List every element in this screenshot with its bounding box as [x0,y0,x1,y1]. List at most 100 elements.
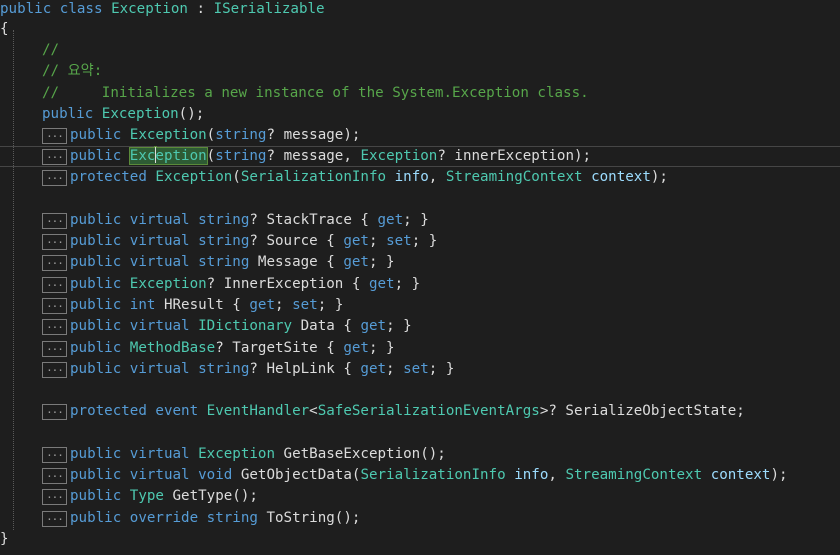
collapsed-region-toggle[interactable]: ... [42,362,67,378]
accessor-set: set [292,297,318,313]
collapsed-region-toggle[interactable]: ... [42,255,67,271]
comment-text: // 요약: [42,63,103,79]
keyword: public [70,488,130,504]
method-name: GetType(); [163,488,258,504]
code-punct: ; } [394,276,421,292]
code-line-tostring: public override string ToString(); [70,509,840,530]
code-punct: , [428,169,446,185]
type-name: IDictionary [198,318,293,334]
constructor-name: Exception [155,169,233,185]
code-line-getobjectdata: public virtual void GetObjectData(Serial… [70,466,840,487]
code-line-close-brace: } [0,530,840,551]
collapsed-region-toggle[interactable]: ... [42,298,67,314]
type-keyword: int [129,297,156,313]
code-line-hresult: public int HResult { get; set; } [70,296,840,317]
keyword: public [70,297,130,313]
accessor-get: get [249,297,276,313]
type-keyword: string [206,510,258,526]
collapsed-region-toggle[interactable]: ... [42,341,67,357]
code-punct: (); [178,106,205,122]
collapsed-region-toggle[interactable]: ... [42,149,67,165]
collapsed-region-toggle[interactable]: ... [42,404,67,420]
keyword-public: public [0,1,52,17]
accessor-get: get [360,318,387,334]
code-punct: ; } [386,318,412,334]
type-keyword: string [198,254,250,270]
type-name: SerializationInfo [360,467,506,483]
base-interface: ISerializable [213,1,325,17]
keyword: public virtual [70,318,199,334]
code-punct: ; } [411,233,438,249]
keyword: public [70,148,122,164]
parameter-name: context [591,169,651,185]
type-name: EventHandler [206,403,310,419]
keyword: public virtual [70,446,199,462]
collapsed-region-toggle[interactable]: ... [42,170,67,186]
code-punct: ; } [428,361,455,377]
parameter-name: message [283,148,344,164]
code-line-class-declaration: public class Exception : ISerializable [0,0,840,21]
comment-text: // Initializes a new instance of the Sys… [42,85,589,101]
code-punct: ? [437,148,455,164]
property-name: ? HelpLink { [249,361,361,377]
property-name: ? StackTrace { [249,212,378,228]
parameter-name: info [514,467,549,483]
type-name: Exception [198,446,275,462]
keyword: public virtual [70,233,199,249]
type-keyword: string [215,127,267,143]
code-line-source: public virtual string? Source { get; set… [70,232,840,253]
collapsed-region-toggle[interactable]: ... [42,319,67,335]
type-name: StreamingContext [565,467,703,483]
code-punct: ; } [317,297,344,313]
code-line-open-brace: { [0,20,840,41]
code-line-comment-1: // [42,41,840,62]
code-punct: ( [232,169,241,185]
code-line-constructor-protected: protected Exception(SerializationInfo in… [70,168,840,189]
keyword: public virtual void [70,467,241,483]
type-keyword: string [198,361,250,377]
code-line-default-constructor: public Exception(); [42,105,840,126]
code-line-data: public virtual IDictionary Data { get; } [70,317,840,338]
code-editor[interactable]: public class Exception : ISerializable {… [0,0,840,555]
event-name: >? SerializeObjectState; [539,403,745,419]
collapsed-region-toggle[interactable]: ... [42,277,67,293]
collapsed-region-toggle[interactable]: ... [42,128,67,144]
property-name: ? TargetSite { [215,340,344,356]
constructor-name-part: eption [155,148,207,164]
keyword: public virtual [70,212,199,228]
collapsed-region-toggle[interactable]: ... [42,447,67,463]
collapsed-region-toggle[interactable]: ... [42,511,67,527]
code-punct: ( [206,127,216,143]
collapsed-region-toggle[interactable]: ... [42,234,67,250]
parameter-name: message [283,127,344,143]
accessor-get: get [368,276,395,292]
accessor-set: set [386,233,412,249]
keyword: protected [70,169,147,185]
type-name: StreamingContext [445,169,583,185]
accessor-set: set [403,361,429,377]
property-name: ? Source { [249,233,344,249]
parameter-name: info [394,169,429,185]
property-name: Data { [292,318,361,334]
comment-text: // [42,42,60,58]
code-punct [386,169,395,185]
code-line-getbaseexception: public virtual Exception GetBaseExceptio… [70,445,840,466]
code-line-targetsite: public MethodBase? TargetSite { get; } [70,339,840,360]
code-line-constructor-inner: public Exception(string? message, Except… [70,147,840,168]
keyword-public: public [42,106,94,122]
type-keyword: string [215,148,267,164]
collapsed-region-toggle[interactable]: ... [42,468,67,484]
code-line-comment-3: // Initializes a new instance of the Sys… [42,84,840,105]
code-line-event: protected event EventHandler<SafeSeriali… [70,402,840,423]
collapsed-region-toggle[interactable]: ... [42,213,67,229]
type-keyword: string [198,212,250,228]
keyword: public [70,276,130,292]
code-punct: ; } [368,254,395,270]
property-name: HResult { [155,297,250,313]
type-name: SafeSerializationEventArgs [317,403,540,419]
code-punct [702,467,711,483]
collapsed-region-toggle[interactable]: ... [42,489,67,505]
type-name: MethodBase [129,340,216,356]
code-punct: ); [574,148,592,164]
constructor-name: Exception [101,106,179,122]
